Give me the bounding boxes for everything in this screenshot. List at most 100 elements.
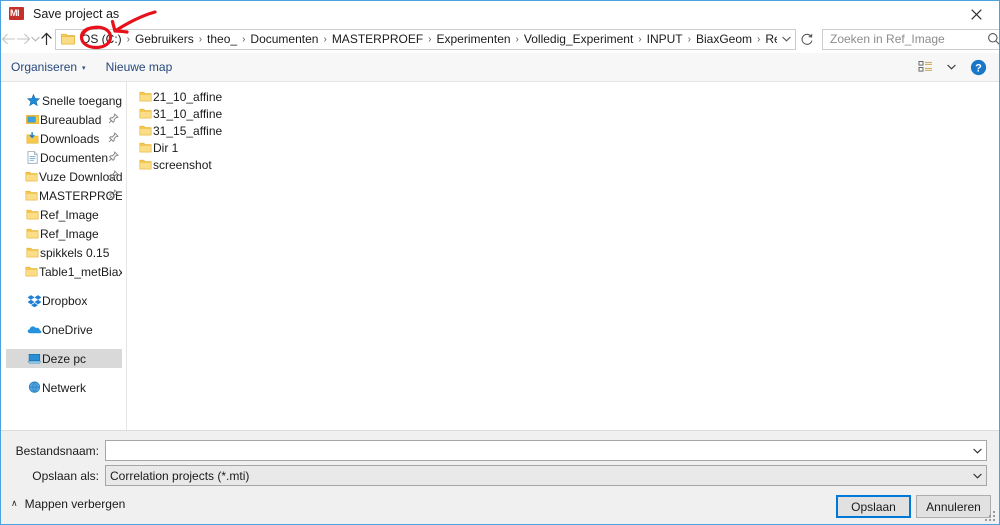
sidebar-item-masterproef[interactable]: MASTERPROEF bbox=[6, 186, 122, 205]
folder-icon bbox=[137, 140, 153, 156]
breadcrumb-separator: › bbox=[638, 33, 642, 45]
dropbox-icon bbox=[26, 293, 42, 309]
breadcrumb-separator: › bbox=[126, 33, 131, 45]
file-list-item[interactable]: Dir 1 bbox=[127, 139, 999, 156]
address-bar-folder-icon[interactable] bbox=[60, 31, 76, 47]
sidebar-item-spikkels-0-15[interactable]: spikkels 0.15 bbox=[6, 243, 122, 262]
arrow-left-icon[interactable] bbox=[1, 28, 16, 50]
navigation-bar: OS (C:) › Gebruikers › theo_ › Documenten › MAST… bbox=[1, 27, 999, 51]
downloads-icon bbox=[24, 131, 40, 147]
file-name: 21_10_affine bbox=[153, 89, 223, 104]
sidebar-item-netwerk[interactable]: Netwerk bbox=[6, 378, 122, 397]
organize-button[interactable]: Organiseren ▾ bbox=[1, 54, 96, 81]
file-list-item[interactable]: 31_10_affine bbox=[127, 105, 999, 122]
view-list-icon[interactable] bbox=[913, 55, 939, 79]
refresh-icon[interactable] bbox=[796, 28, 818, 50]
dialog-footer: ∧ Mappen verbergen Opslaan Annuleren bbox=[1, 487, 999, 524]
pin-icon[interactable] bbox=[108, 151, 120, 163]
filename-input[interactable] bbox=[106, 441, 969, 460]
breadcrumb-item[interactable]: Documenten bbox=[247, 30, 321, 49]
pin-icon[interactable] bbox=[108, 113, 120, 125]
filename-dropdown-icon[interactable] bbox=[969, 441, 986, 460]
pin-icon[interactable] bbox=[108, 132, 120, 144]
sidebar-item-table1-metbiaxgeo[interactable]: Table1_metBiaxGeo bbox=[6, 262, 122, 281]
network-icon bbox=[26, 380, 42, 396]
address-bar[interactable]: OS (C:) › Gebruikers › theo_ › Documenten › MAST… bbox=[55, 28, 796, 50]
search-icon[interactable] bbox=[983, 30, 999, 49]
sidebar-item-label: Downloads bbox=[40, 131, 100, 146]
breadcrumb-separator: › bbox=[242, 33, 246, 45]
navigation-sidebar[interactable]: Snelle toegang Bureaublad Downloads Documen… bbox=[1, 82, 127, 430]
sidebar-item-bureaublad[interactable]: Bureaublad bbox=[6, 110, 122, 129]
filetype-row: Opslaan als: Correlation projects (*.mti… bbox=[1, 465, 999, 486]
organize-label: Organiseren bbox=[11, 59, 78, 74]
view-options-caret-icon[interactable] bbox=[943, 55, 959, 79]
filetype-select[interactable]: Correlation projects (*.mti) bbox=[105, 465, 987, 486]
sidebar-item-documenten[interactable]: Documenten bbox=[6, 148, 122, 167]
file-name: screenshot bbox=[153, 157, 212, 172]
sidebar-item-ref-image[interactable]: Ref_Image bbox=[6, 224, 122, 243]
filetype-value: Correlation projects (*.mti) bbox=[110, 468, 250, 483]
breadcrumb-item[interactable]: Gebruikers bbox=[132, 30, 197, 49]
breadcrumb-item[interactable]: MASTERPROEF bbox=[329, 30, 426, 49]
cancel-button[interactable]: Annuleren bbox=[916, 495, 991, 518]
arrow-up-icon[interactable] bbox=[40, 28, 53, 50]
sidebar-item-label: spikkels 0.15 bbox=[40, 245, 110, 260]
file-list-item[interactable]: screenshot bbox=[127, 156, 999, 173]
file-name: 31_15_affine bbox=[153, 123, 223, 138]
toolbar-right-group: ? bbox=[913, 53, 993, 81]
new-folder-button[interactable]: Nieuwe map bbox=[96, 54, 183, 81]
filename-field[interactable] bbox=[105, 440, 987, 461]
folder-icon bbox=[24, 169, 39, 185]
save-dialog: Save project as OS (C:) bbox=[0, 0, 1000, 525]
breadcrumb-item[interactable]: OS (C:) bbox=[78, 30, 125, 49]
sidebar-item-downloads[interactable]: Downloads bbox=[6, 129, 122, 148]
sidebar-item-vuze-downloads[interactable]: Vuze Downloads bbox=[6, 167, 122, 186]
window-title: Save project as bbox=[33, 7, 120, 21]
folder-icon bbox=[24, 264, 39, 280]
help-icon[interactable]: ? bbox=[963, 55, 993, 79]
breadcrumb-item[interactable]: INPUT bbox=[644, 30, 686, 49]
pin-icon[interactable] bbox=[108, 189, 120, 201]
filetype-dropdown-icon[interactable] bbox=[969, 466, 986, 485]
breadcrumb-item[interactable]: Experimenten bbox=[434, 30, 514, 49]
save-button[interactable]: Opslaan bbox=[836, 495, 911, 518]
sidebar-item-label: Snelle toegang bbox=[41, 93, 122, 108]
close-icon[interactable] bbox=[954, 1, 999, 27]
sidebar-item-onedrive[interactable]: OneDrive bbox=[6, 320, 122, 339]
sidebar-item-deze-pc[interactable]: Deze pc bbox=[6, 349, 122, 368]
title-bar: Save project as bbox=[1, 1, 999, 27]
address-dropdown-icon[interactable] bbox=[777, 30, 795, 49]
hide-folders-button[interactable]: ∧ Mappen verbergen bbox=[11, 497, 125, 511]
file-list-item[interactable]: 31_15_affine bbox=[127, 122, 999, 139]
file-name: 31_10_affine bbox=[153, 106, 223, 121]
chevron-down-icon[interactable] bbox=[31, 28, 40, 50]
documents-icon bbox=[24, 150, 40, 166]
new-folder-label: Nieuwe map bbox=[105, 59, 173, 74]
sidebar-item-label: Ref_Image bbox=[40, 226, 99, 241]
breadcrumb-separator: › bbox=[515, 33, 519, 45]
sidebar-item-label: Ref_Image bbox=[40, 207, 99, 222]
search-box[interactable] bbox=[822, 28, 999, 50]
breadcrumb-item[interactable]: Volledig_Experiment bbox=[521, 30, 636, 49]
breadcrumb-item[interactable]: theo_ bbox=[204, 30, 240, 49]
resize-grip[interactable] bbox=[984, 510, 996, 522]
sidebar-item-ref-image[interactable]: Ref_Image bbox=[6, 205, 122, 224]
chevron-up-icon: ∧ bbox=[11, 497, 18, 508]
breadcrumb-item[interactable]: Ref_Image bbox=[762, 30, 777, 49]
folder-icon bbox=[24, 188, 39, 204]
sidebar-item-label: Netwerk bbox=[42, 380, 87, 395]
search-input[interactable] bbox=[823, 31, 983, 47]
breadcrumb[interactable]: OS (C:) › Gebruikers › theo_ › Documenten › MAST… bbox=[78, 30, 777, 49]
sidebar-item-dropbox[interactable]: Dropbox bbox=[6, 291, 122, 310]
breadcrumb-separator: › bbox=[198, 33, 203, 45]
sidebar-item-snelle-toegang[interactable]: Snelle toegang bbox=[6, 91, 122, 110]
file-list[interactable]: 21_10_affine 31_10_affine 31_15_affine Dir … bbox=[127, 82, 999, 430]
arrow-right-icon[interactable] bbox=[16, 28, 31, 50]
breadcrumb-item[interactable]: BiaxGeom bbox=[693, 30, 755, 49]
breadcrumb-separator: › bbox=[687, 33, 691, 45]
file-list-item[interactable]: 21_10_affine bbox=[127, 88, 999, 105]
pin-icon[interactable] bbox=[108, 170, 120, 182]
